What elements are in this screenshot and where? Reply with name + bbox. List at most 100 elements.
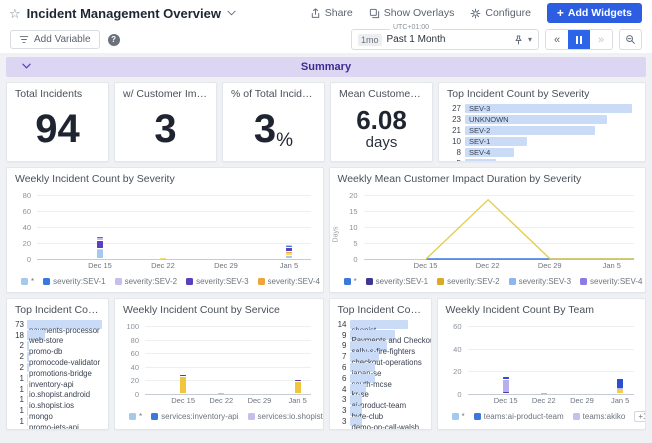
list-item[interactable]: 1mongo (9, 405, 102, 416)
list-item[interactable]: 9sally-s-fire-fighters (332, 341, 425, 352)
widget-top-incident-count-by-severity[interactable]: Top Incident Count by Severity 27SEV-323… (438, 82, 646, 162)
widget-with-customer-impact[interactable]: w/ Customer Impa… 3 (114, 82, 217, 162)
bar-segment[interactable] (97, 249, 103, 250)
legend-item[interactable]: services:inventory-api (151, 412, 238, 421)
list-item[interactable]: 2promocode-validator (9, 351, 102, 362)
configure-button[interactable]: Configure (470, 7, 531, 19)
list-item[interactable]: 2promo-db (9, 341, 102, 352)
zoom-out-button[interactable] (619, 29, 642, 50)
widget-weekly-incident-count-by-team[interactable]: Weekly Incident Count By Team 0204060Dec… (437, 298, 647, 430)
list-item[interactable]: 73payments-processor (9, 319, 102, 330)
favorite-star-icon[interactable]: ☆ (9, 7, 21, 20)
list-item[interactable]: 6japan-se (332, 362, 425, 373)
list-item[interactable]: 2promotions-bridge (9, 362, 102, 373)
bar-segment[interactable] (617, 379, 623, 387)
add-variable-button[interactable]: Add Variable (10, 30, 100, 49)
list-item[interactable]: 14shopist (332, 319, 425, 330)
legend-item[interactable]: severity:SEV-2 (437, 277, 499, 286)
list-item[interactable]: 9Payments and Checkouts (332, 330, 425, 341)
legend-item[interactable]: services:io.shopist.and (248, 412, 324, 421)
time-backward-button[interactable]: « (546, 30, 568, 49)
widget-weekly-incident-count-by-severity[interactable]: Weekly Incident Count by Severity 020406… (6, 167, 324, 293)
list-item[interactable]: 3demo-on-call-walsh (332, 416, 425, 427)
add-widgets-button[interactable]: + Add Widgets (547, 3, 642, 23)
severity-row[interactable]: 23UNKNOWN (443, 114, 637, 124)
bar-segment[interactable] (180, 377, 186, 393)
show-overlays-button[interactable]: Show Overlays (369, 7, 455, 19)
bar-segment[interactable] (286, 248, 292, 251)
legend-item[interactable]: severity:SEV-1 (366, 277, 428, 286)
bar-segment[interactable] (218, 393, 224, 394)
widget-percent-total-incidents[interactable]: % of Total Incidents 3 % (222, 82, 325, 162)
bar-segment[interactable] (97, 241, 103, 248)
time-range-caret-icon[interactable]: ▾ (528, 35, 532, 44)
time-forward-button[interactable]: » (590, 30, 612, 49)
pause-button[interactable] (568, 30, 590, 49)
legend-item[interactable]: * (452, 412, 465, 421)
legend-item[interactable]: severity:SEV-1 (43, 277, 105, 286)
bar-segment[interactable] (617, 389, 623, 393)
bar-segment[interactable] (503, 377, 509, 379)
legend-item[interactable]: severity:SEV-3 (186, 277, 248, 286)
legend-item[interactable]: severity:SEV-2 (115, 277, 177, 286)
list-item[interactable]: 18web-store (9, 330, 102, 341)
widget-mean-customer-impact[interactable]: Mean Customer I… 6.08 days (330, 82, 433, 162)
legend-swatch (21, 278, 28, 285)
severity-label: SEV-1 (465, 137, 490, 146)
stacked-bar-chart[interactable]: 020406080Dec 15Dec 22Dec 29Jan 5 (11, 189, 319, 273)
severity-row[interactable]: 8SEV-4 (443, 147, 637, 157)
severity-row[interactable]: 10SEV-1 (443, 136, 637, 146)
legend-item[interactable]: teams:ai-product-team (474, 412, 564, 421)
widget-weekly-mean-customer-impact-duration[interactable]: Weekly Mean Customer Impact Duration by … (329, 167, 647, 293)
severity-row[interactable]: 5SEV-5 (443, 158, 637, 162)
list-item[interactable]: 3ai-product-team (332, 395, 425, 406)
bar-segment[interactable] (503, 380, 509, 392)
list-item-count: 1 (9, 385, 24, 394)
widget-top-incident-count-by-service[interactable]: Top Incident Coun… 73payments-processor1… (6, 298, 109, 430)
list-item[interactable]: 6south-mcse (332, 373, 425, 384)
bar-segment[interactable] (286, 245, 292, 246)
legend-item[interactable]: teams:akiko (573, 412, 626, 421)
legend-item[interactable]: severity:SEV-4 (258, 277, 320, 286)
time-range-picker[interactable]: UTC+01:00 1mo Past 1 Month ▾ (351, 29, 539, 50)
share-button[interactable]: Share (310, 7, 353, 19)
widget-title: Total Incidents (7, 83, 108, 102)
widget-total-incidents[interactable]: Total Incidents 94 (6, 82, 109, 162)
summary-section-header[interactable]: Summary (6, 57, 646, 77)
severity-row[interactable]: 21SEV-2 (443, 125, 637, 135)
list-item[interactable]: 7checkout-operations (332, 351, 425, 362)
list-item[interactable]: 3byte-club (332, 405, 425, 416)
legend-item[interactable]: * (129, 412, 142, 421)
list-item[interactable]: 1inventory-api (9, 373, 102, 384)
widget-weekly-incident-count-by-service[interactable]: Weekly Incident Count by Service 0204060… (114, 298, 324, 430)
widget-top-incident-count-by-team[interactable]: Top Incident Coun… 14shopist9Payments an… (329, 298, 432, 430)
legend-item[interactable]: severity:SEV-3 (509, 277, 571, 286)
bar-segment[interactable] (286, 252, 292, 253)
legend-more-badge[interactable]: +13 (634, 411, 646, 422)
list-item[interactable]: 1io.shopist.android (9, 384, 102, 395)
help-icon[interactable]: ? (108, 34, 120, 46)
list-item[interactable]: 4kr-se (332, 384, 425, 395)
bar-segment[interactable] (286, 256, 292, 259)
legend-item[interactable]: severity:SEV-4 (580, 277, 642, 286)
pin-icon[interactable] (514, 35, 523, 45)
legend-item[interactable]: * (344, 277, 357, 286)
y-tick-label: 40 (11, 223, 31, 232)
bar-chart[interactable]: 0204060Dec 15Dec 22Dec 29Jan 5 (442, 320, 642, 408)
y-tick-label: 60 (119, 349, 139, 358)
bar-chart[interactable]: 020406080100Dec 15Dec 22Dec 29Jan 5 (119, 320, 319, 408)
legend-item[interactable]: * (21, 277, 34, 286)
severity-row[interactable]: 27SEV-3 (443, 103, 637, 113)
top-bar: ☆ Incident Management Overview Share Sho… (0, 0, 652, 26)
bar-segment[interactable] (541, 393, 547, 394)
bar-segment[interactable] (295, 382, 301, 394)
list-item[interactable]: 1promo-jets-api (9, 416, 102, 427)
line-chart[interactable]: Days05101520Dec 15Dec 22Dec 29Jan 5 (334, 189, 642, 273)
bar-segment[interactable] (97, 238, 103, 240)
bar-segment[interactable] (97, 249, 103, 258)
bar-segment[interactable] (286, 253, 292, 255)
legend-label: services:inventory-api (161, 412, 238, 421)
title-chevron-down-icon[interactable] (227, 10, 236, 16)
list-item[interactable]: 1io.shopist.ios (9, 395, 102, 406)
collapse-chevron-icon[interactable] (22, 63, 31, 69)
